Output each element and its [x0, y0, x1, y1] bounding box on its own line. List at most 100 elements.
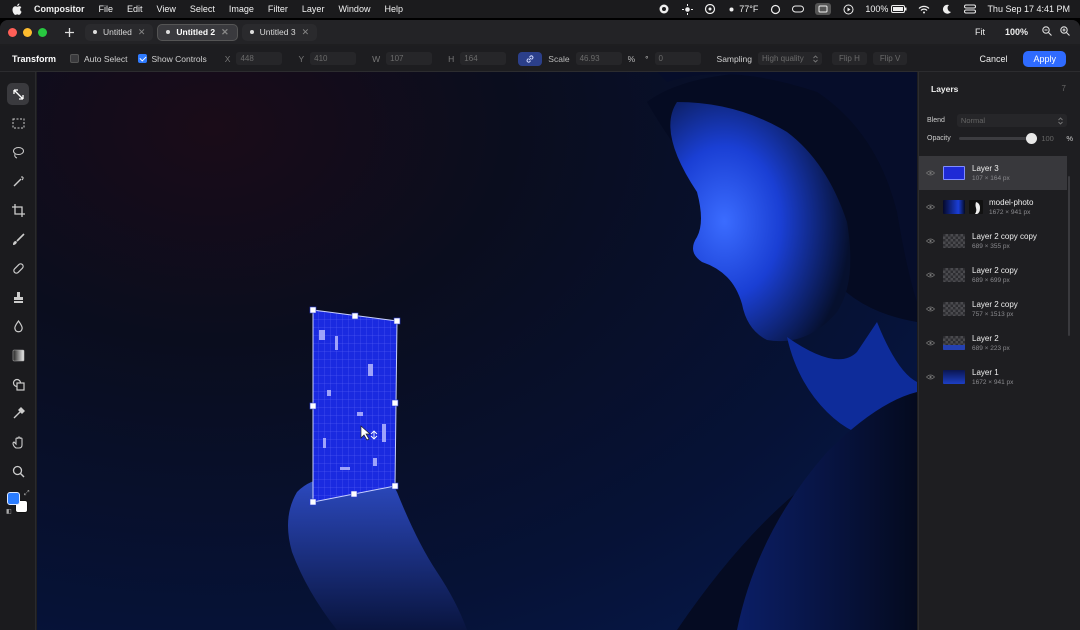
minimize-window-button[interactable]: [23, 27, 32, 37]
crop-tool[interactable]: [7, 199, 29, 221]
swap-colors-icon[interactable]: ⤢: [24, 490, 30, 498]
transform-tool[interactable]: [7, 83, 29, 105]
zoom-out-icon[interactable]: [1042, 26, 1052, 38]
focus-moon-icon[interactable]: [941, 3, 953, 15]
cancel-button[interactable]: Cancel: [971, 51, 1015, 67]
zoom-level[interactable]: 100%: [999, 25, 1034, 39]
shape-tool[interactable]: [7, 373, 29, 395]
sampling-select[interactable]: High quality: [757, 52, 822, 65]
chatgpt-icon[interactable]: [769, 3, 781, 15]
eye-icon[interactable]: [925, 338, 935, 348]
tab-untitled-3[interactable]: Untitled 3 ✕: [241, 23, 318, 41]
scale-input[interactable]: 46.93: [575, 52, 622, 65]
flip-h-button[interactable]: Flip H: [831, 52, 867, 65]
fit-button[interactable]: Fit: [969, 25, 991, 39]
x-input[interactable]: 448: [236, 52, 283, 65]
apple-icon[interactable]: [10, 2, 24, 16]
marquee-tool[interactable]: [7, 112, 29, 134]
auto-select-checkbox[interactable]: Auto Select: [70, 54, 128, 64]
handle-top-left[interactable]: [309, 306, 317, 314]
blur-tool[interactable]: [7, 315, 29, 337]
handle-left[interactable]: [309, 402, 317, 410]
canvas-area[interactable]: [37, 72, 917, 630]
eye-icon[interactable]: [925, 270, 935, 280]
new-tab-button[interactable]: [61, 24, 77, 40]
display-icon[interactable]: [815, 3, 832, 15]
weather-status[interactable]: 77°F: [727, 4, 758, 14]
layer-row[interactable]: Layer 2 copy 689 × 699 px: [919, 258, 1067, 292]
stamp-tool[interactable]: [7, 286, 29, 308]
close-tab-icon[interactable]: ✕: [221, 27, 229, 38]
play-icon[interactable]: [842, 3, 854, 15]
tab-untitled[interactable]: Untitled ✕: [85, 23, 154, 41]
brush-tool[interactable]: [7, 228, 29, 250]
selected-card-layer[interactable]: [309, 306, 401, 506]
eye-icon[interactable]: [925, 236, 935, 246]
eye-icon[interactable]: [925, 304, 935, 314]
menu-file[interactable]: File: [99, 4, 114, 14]
handle-bottom-left[interactable]: [309, 498, 317, 506]
activity-icon[interactable]: [704, 3, 716, 15]
color-swatches[interactable]: ⤢ ◧: [6, 490, 31, 516]
menu-layer[interactable]: Layer: [302, 4, 325, 14]
blend-mode-select[interactable]: Normal: [956, 114, 1067, 127]
close-window-button[interactable]: [8, 27, 17, 37]
menu-image[interactable]: Image: [229, 4, 254, 14]
brightness-icon[interactable]: [681, 3, 693, 15]
record-icon[interactable]: [658, 3, 670, 15]
layer-row[interactable]: Layer 2 copy copy 689 × 355 px: [919, 224, 1067, 258]
h-input[interactable]: 164: [460, 52, 507, 65]
eyedropper-tool[interactable]: [7, 402, 29, 424]
menu-app-name[interactable]: Compositor: [34, 4, 85, 14]
layer-row[interactable]: Layer 2 copy 757 × 1513 px: [919, 292, 1067, 326]
clock-text[interactable]: Thu Sep 17 4:41 PM: [987, 4, 1070, 14]
eye-icon[interactable]: [925, 168, 935, 178]
opacity-slider-thumb[interactable]: [1026, 133, 1038, 144]
maximize-window-button[interactable]: [38, 27, 47, 37]
eye-icon[interactable]: [925, 372, 935, 382]
layer-row[interactable]: model-photo 1672 × 941 px: [919, 190, 1067, 224]
layer-row[interactable]: Layer 2 689 × 223 px: [919, 326, 1067, 360]
hand-tool[interactable]: [7, 431, 29, 453]
handle-right[interactable]: [391, 399, 399, 407]
layer-row[interactable]: Layer 1 1672 × 941 px: [919, 360, 1067, 394]
apply-button[interactable]: Apply: [1023, 50, 1066, 67]
w-input[interactable]: 107: [386, 52, 433, 65]
close-tab-icon[interactable]: ✕: [138, 27, 146, 38]
tab-untitled-2[interactable]: Untitled 2 ✕: [157, 23, 238, 41]
layer-row[interactable]: Layer 3 107 × 164 px: [919, 156, 1067, 190]
opacity-value[interactable]: 100: [1041, 134, 1062, 143]
menu-view[interactable]: View: [157, 4, 176, 14]
menu-edit[interactable]: Edit: [127, 4, 143, 14]
layer-mask-thumbnail[interactable]: [969, 200, 983, 214]
flip-v-button[interactable]: Flip V: [872, 52, 908, 65]
handle-top-right[interactable]: [393, 317, 401, 325]
layers-scrollbar[interactable]: [1068, 176, 1070, 336]
battery-status[interactable]: 100%: [865, 4, 907, 14]
link-aspect-button[interactable]: [518, 51, 543, 66]
close-tab-icon[interactable]: ✕: [302, 27, 310, 38]
y-input[interactable]: 410: [310, 52, 357, 65]
menu-window[interactable]: Window: [338, 4, 370, 14]
menu-help[interactable]: Help: [384, 4, 403, 14]
gamepad-icon[interactable]: [792, 3, 805, 15]
menu-select[interactable]: Select: [190, 4, 215, 14]
zoom-in-icon[interactable]: [1060, 26, 1070, 38]
wifi-icon[interactable]: [918, 3, 930, 15]
opacity-slider[interactable]: [958, 133, 1038, 144]
handle-bottom-right[interactable]: [391, 482, 399, 490]
foreground-color-swatch[interactable]: [7, 492, 20, 505]
show-controls-checkbox[interactable]: Show Controls: [137, 54, 207, 64]
handle-bottom[interactable]: [350, 490, 358, 498]
control-center-icon[interactable]: [964, 3, 977, 15]
zoom-tool[interactable]: [7, 460, 29, 482]
eye-icon[interactable]: [925, 202, 935, 212]
healing-tool[interactable]: [7, 257, 29, 279]
gradient-tool[interactable]: [7, 344, 29, 366]
magic-wand-tool[interactable]: [7, 170, 29, 192]
rotation-input[interactable]: 0: [654, 52, 701, 65]
reset-colors-icon[interactable]: ◧: [6, 508, 12, 515]
menu-filter[interactable]: Filter: [268, 4, 288, 14]
handle-top[interactable]: [351, 312, 359, 320]
lasso-tool[interactable]: [7, 141, 29, 163]
